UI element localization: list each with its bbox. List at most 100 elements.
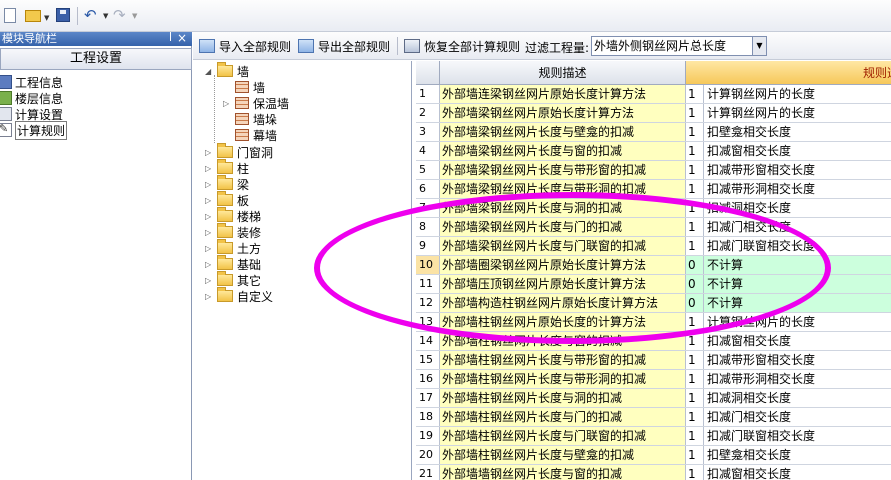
rule-description-cell[interactable]: 外部墙柱钢丝网片原始长度的计算方法 — [440, 313, 686, 331]
table-row[interactable]: 13 外部墙柱钢丝网片原始长度的计算方法 1 计算钢丝网片的长度 — [416, 313, 891, 332]
rule-description-cell[interactable]: 外部墙梁钢丝网片长度与窗的扣减 — [440, 142, 686, 160]
rule-option-value-cell[interactable]: 1 — [686, 161, 704, 179]
rule-description-cell[interactable]: 外部墙柱钢丝网片长度与带形窗的扣减 — [440, 351, 686, 369]
rule-description-cell[interactable]: 外部墙梁钢丝网片长度与门联窗的扣减 — [440, 237, 686, 255]
rule-description-cell[interactable]: 外部墙连梁钢丝网片原始长度计算方法 — [440, 85, 686, 103]
chevron-down-icon[interactable]: ▼ — [132, 12, 137, 20]
rule-option-text-cell[interactable]: 扣减洞相交长度 — [704, 389, 891, 407]
rule-option-text-cell[interactable]: 扣减门联窗相交长度 — [704, 237, 891, 255]
nav-section-project-settings[interactable]: 工程设置 — [0, 48, 192, 70]
rule-option-text-cell[interactable]: 扣壁龛相交长度 — [704, 123, 891, 141]
column-header-rule-desc[interactable]: 规则描述 — [440, 61, 686, 85]
rule-option-value-cell[interactable]: 1 — [686, 218, 704, 236]
tree-node-curtain-wall[interactable]: 幕墙 — [223, 127, 277, 143]
table-row[interactable]: 3 外部墙梁钢丝网片长度与壁龛的扣减 1 扣壁龛相交长度 — [416, 123, 891, 142]
rule-option-value-cell[interactable]: 1 — [686, 332, 704, 350]
rule-option-text-cell[interactable]: 扣减门相交长度 — [704, 408, 891, 426]
table-row[interactable]: 18 外部墙柱钢丝网片长度与门的扣减 1 扣减门相交长度 — [416, 408, 891, 427]
rule-description-cell[interactable]: 外部墙梁钢丝网片长度与带形窗的扣减 — [440, 161, 686, 179]
rule-description-cell[interactable]: 外部墙梁钢丝网片长度与壁龛的扣减 — [440, 123, 686, 141]
expand-icon[interactable]: ▷ — [205, 276, 215, 285]
rule-option-text-cell[interactable]: 扣减门相交长度 — [704, 218, 891, 236]
nav-item-calc-rules[interactable]: 计算规则 — [0, 120, 190, 140]
rule-option-value-cell[interactable]: 1 — [686, 370, 704, 388]
tree-node-other[interactable]: ▷ 其它 — [205, 271, 261, 288]
rule-option-text-cell[interactable]: 不计算 — [704, 256, 891, 274]
rule-option-text-cell[interactable]: 扣减带形窗相交长度 — [704, 351, 891, 369]
rule-option-value-cell[interactable]: 1 — [686, 237, 704, 255]
rule-option-text-cell[interactable]: 扣壁龛相交长度 — [704, 446, 891, 464]
tree-node-wall-pier[interactable]: 墙垛 — [223, 111, 277, 127]
tree-node-slab[interactable]: ▷ 板 — [205, 191, 249, 208]
rule-description-cell[interactable]: 外部墙柱钢丝网片长度与壁龛的扣减 — [440, 446, 686, 464]
rule-description-cell[interactable]: 外部墙柱钢丝网片长度与带形洞的扣减 — [440, 370, 686, 388]
rule-option-text-cell[interactable]: 扣减带形洞相交长度 — [704, 180, 891, 198]
rule-option-text-cell[interactable]: 扣减门联窗相交长度 — [704, 427, 891, 445]
expand-icon[interactable]: ▷ — [205, 292, 215, 301]
table-row[interactable]: 10 外部墙圈梁钢丝网片原始长度计算方法 0 不计算 — [416, 256, 891, 275]
rule-description-cell[interactable]: 外部墙柱钢丝网片长度与门联窗的扣减 — [440, 427, 686, 445]
rule-description-cell[interactable]: 外部墙墙钢丝网片长度与窗的扣减 — [440, 465, 686, 480]
rule-option-text-cell[interactable]: 扣减带形窗相交长度 — [704, 161, 891, 179]
table-row[interactable]: 14 外部墙柱钢丝网片长度与窗的扣减 1 扣减窗相交长度 — [416, 332, 891, 351]
tree-node-wall[interactable]: ◢ 墙 — [205, 62, 249, 79]
rule-option-value-cell[interactable]: 1 — [686, 351, 704, 369]
table-row[interactable]: 4 外部墙梁钢丝网片长度与窗的扣减 1 扣减窗相交长度 — [416, 142, 891, 161]
restore-all-rules-button[interactable]: 恢复全部计算规则 — [404, 37, 520, 55]
rule-option-text-cell[interactable]: 扣减带形洞相交长度 — [704, 370, 891, 388]
rule-option-value-cell[interactable]: 1 — [686, 180, 704, 198]
rule-description-cell[interactable]: 外部墙柱钢丝网片长度与窗的扣减 — [440, 332, 686, 350]
rule-option-value-cell[interactable]: 1 — [686, 123, 704, 141]
rule-description-cell[interactable]: 外部墙柱钢丝网片长度与门的扣减 — [440, 408, 686, 426]
rule-option-text-cell[interactable]: 扣减洞相交长度 — [704, 199, 891, 217]
tree-node-earthwork[interactable]: ▷ 土方 — [205, 239, 261, 256]
expand-icon[interactable]: ▷ — [205, 228, 215, 237]
expand-icon[interactable]: ▷ — [205, 164, 215, 173]
chevron-down-icon[interactable]: ▼ — [752, 37, 766, 55]
rule-option-value-cell[interactable]: 0 — [686, 256, 704, 274]
filter-quantity-select[interactable]: 外墙外侧钢丝网片总长度 ▼ — [591, 36, 767, 56]
expand-icon[interactable]: ▷ — [205, 260, 215, 269]
rule-option-text-cell[interactable]: 计算钢丝网片的长度 — [704, 85, 891, 103]
rule-option-value-cell[interactable]: 1 — [686, 313, 704, 331]
undo-icon[interactable]: ↶ — [84, 6, 97, 24]
rule-description-cell[interactable]: 外部墙梁钢丝网片长度与洞的扣减 — [440, 199, 686, 217]
rule-option-value-cell[interactable]: 1 — [686, 389, 704, 407]
rule-option-value-cell[interactable]: 1 — [686, 465, 704, 480]
rule-option-value-cell[interactable]: 1 — [686, 427, 704, 445]
rule-option-value-cell[interactable]: 1 — [686, 199, 704, 217]
rule-description-cell[interactable]: 外部墙圈梁钢丝网片原始长度计算方法 — [440, 256, 686, 274]
tree-node-column[interactable]: ▷ 柱 — [205, 159, 249, 176]
pin-icon[interactable]: ꟾ — [169, 32, 172, 46]
table-row[interactable]: 21 外部墙墙钢丝网片长度与窗的扣减 1 扣减窗相交长度 — [416, 465, 891, 480]
expand-icon[interactable]: ▷ — [205, 212, 215, 221]
rule-option-value-cell[interactable]: 1 — [686, 104, 704, 122]
rule-option-value-cell[interactable]: 1 — [686, 446, 704, 464]
rule-option-value-cell[interactable]: 1 — [686, 142, 704, 160]
tree-node-beam[interactable]: ▷ 梁 — [205, 175, 249, 192]
rule-option-value-cell[interactable]: 1 — [686, 85, 704, 103]
expand-icon[interactable]: ▷ — [205, 148, 215, 157]
tree-node-insulation-wall[interactable]: ▷ 保温墙 — [223, 95, 289, 111]
expand-icon[interactable]: ▷ — [223, 99, 233, 108]
table-row[interactable]: 5 外部墙梁钢丝网片长度与带形窗的扣减 1 扣减带形窗相交长度 — [416, 161, 891, 180]
rule-option-value-cell[interactable]: 0 — [686, 275, 704, 293]
table-row[interactable]: 8 外部墙梁钢丝网片长度与门的扣减 1 扣减门相交长度 — [416, 218, 891, 237]
tree-node-door-window[interactable]: ▷ 门窗洞 — [205, 143, 273, 160]
rule-option-text-cell[interactable]: 计算钢丝网片的长度 — [704, 313, 891, 331]
table-row[interactable]: 19 外部墙柱钢丝网片长度与门联窗的扣减 1 扣减门联窗相交长度 — [416, 427, 891, 446]
rule-option-text-cell[interactable]: 扣减窗相交长度 — [704, 142, 891, 160]
expand-icon[interactable]: ▷ — [205, 244, 215, 253]
table-row[interactable]: 9 外部墙梁钢丝网片长度与门联窗的扣减 1 扣减门联窗相交长度 — [416, 237, 891, 256]
save-icon[interactable] — [56, 8, 70, 22]
column-header-rule-option[interactable]: 规则选 — [686, 61, 891, 85]
expand-icon[interactable]: ▷ — [205, 196, 215, 205]
rule-option-text-cell[interactable]: 不计算 — [704, 294, 891, 312]
open-folder-icon[interactable] — [25, 10, 41, 22]
tree-node-stairs[interactable]: ▷ 楼梯 — [205, 207, 261, 224]
table-row[interactable]: 17 外部墙柱钢丝网片长度与洞的扣减 1 扣减洞相交长度 — [416, 389, 891, 408]
tree-node-custom[interactable]: ▷ 自定义 — [205, 287, 273, 304]
rule-option-text-cell[interactable]: 扣减窗相交长度 — [704, 332, 891, 350]
chevron-down-icon[interactable]: ▼ — [103, 12, 108, 20]
rule-description-cell[interactable]: 外部墙柱钢丝网片长度与洞的扣减 — [440, 389, 686, 407]
